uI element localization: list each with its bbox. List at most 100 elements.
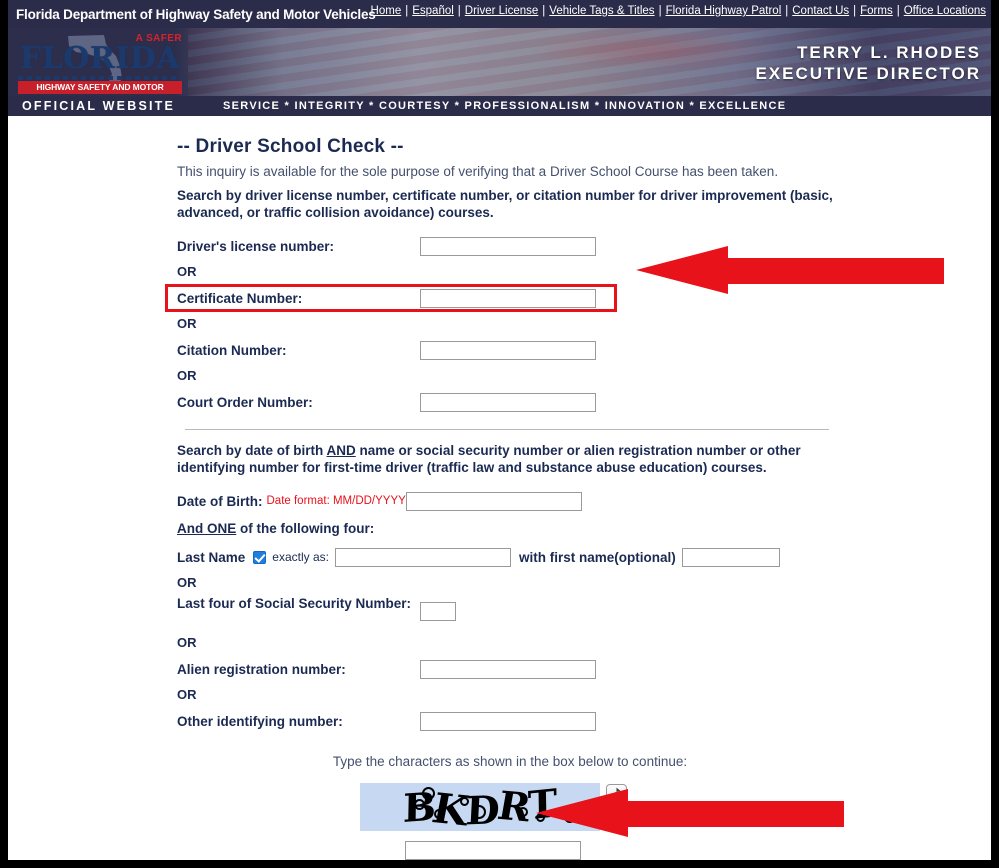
captcha-challenge-row: BKDRT <box>359 783 627 831</box>
speaker-icon <box>610 815 622 824</box>
captcha-controls <box>605 784 627 830</box>
nav-separator: | <box>896 5 900 17</box>
logo-dash-rule <box>18 76 182 80</box>
nav-link-vehicle-tags-titles[interactable]: Vehicle Tags & Titles <box>548 5 655 17</box>
date-of-birth-input[interactable] <box>405 491 582 511</box>
field-row-citation-number: Citation Number: <box>177 335 837 365</box>
and-one-underlined: And ONE <box>177 521 237 536</box>
captcha-section: Type the characters as shown in the box … <box>177 754 837 860</box>
captcha-refresh-button[interactable] <box>605 784 627 805</box>
or-separator-3: OR <box>177 368 197 383</box>
court-order-number-label: Court Order Number: <box>177 394 313 410</box>
certificate-number-label: Certificate Number: <box>177 290 303 306</box>
citation-number-label: Citation Number: <box>177 342 287 358</box>
section2-description-part1: Search by date of birth <box>177 443 327 458</box>
section1-description: Search by driver license number, certifi… <box>177 188 833 220</box>
captcha-input[interactable] <box>405 841 581 860</box>
section-divider <box>185 429 829 430</box>
top-agency-bar: Florida Department of Highway Safety and… <box>8 0 991 28</box>
director-title: EXECUTIVE DIRECTOR <box>755 64 981 83</box>
captcha-image: BKDRT <box>359 783 600 831</box>
nav-link-espanol[interactable]: Español <box>411 5 455 17</box>
nav-separator: | <box>542 5 546 17</box>
certificate-number-input[interactable] <box>420 288 596 308</box>
captcha-audio-button[interactable] <box>605 809 627 830</box>
captcha-noise-bubble <box>471 805 486 819</box>
other-identifying-number-label: Other identifying number: <box>177 713 343 729</box>
top-navigation: Home | Español | Driver License | Vehicl… <box>370 5 987 17</box>
or-separator-5: OR <box>177 635 197 650</box>
nav-link-office-locations[interactable]: Office Locations <box>903 5 987 17</box>
ssn-last-four-label: Last four of Social Security Number: <box>177 596 412 611</box>
captcha-input-row <box>149 841 837 860</box>
page-title: -- Driver School Check -- <box>177 136 404 157</box>
florida-hsmv-logo[interactable]: A SAFER FLORIDA HIGHWAY SAFETY AND MOTOR… <box>16 32 184 96</box>
and-one-rest: of the following four: <box>236 521 375 536</box>
section2-description: Search by date of birth AND name or soci… <box>177 442 837 476</box>
or-separator-6: OR <box>177 687 197 702</box>
nav-separator: | <box>405 5 409 17</box>
captcha-noise-bubble <box>517 807 528 817</box>
captcha-noise-bubble <box>563 811 576 823</box>
nav-separator: | <box>658 5 662 17</box>
official-website-label: OFFICIAL WEBSITE <box>22 99 176 113</box>
refresh-icon <box>611 787 621 802</box>
main-content: -- Driver School Check -- This inquiry i… <box>8 116 991 860</box>
last-name-input[interactable] <box>334 547 511 567</box>
or-separator-2: OR <box>177 316 197 331</box>
with-first-name-label: with first name(optional) <box>518 549 676 565</box>
last-name-label: Last Name <box>177 549 246 565</box>
captcha-instruction: Type the characters as shown in the box … <box>332 754 688 769</box>
last-name-exact-checkbox[interactable] <box>253 550 267 564</box>
and-one-instruction: And ONE of the following four: <box>177 516 837 542</box>
captcha-noise-bubble <box>535 813 545 822</box>
field-row-drivers-license: Driver's license number: <box>177 231 837 261</box>
captcha-noise-bubble <box>413 799 425 810</box>
field-row-certificate-number: Certificate Number: <box>165 283 837 313</box>
logo-state-name: FLORIDA <box>19 41 181 76</box>
field-row-court-order-number: Court Order Number: <box>177 387 837 417</box>
captcha-char-5: T <box>528 783 556 830</box>
alien-registration-label: Alien registration number: <box>177 661 346 677</box>
executive-director-block: TERRY L. RHODES EXECUTIVE DIRECTOR <box>755 42 981 84</box>
director-name: TERRY L. RHODES <box>797 43 981 62</box>
nav-link-florida-highway-patrol[interactable]: Florida Highway Patrol <box>665 5 783 17</box>
alien-registration-input[interactable] <box>420 659 596 679</box>
captcha-noise-bubble <box>459 797 469 806</box>
date-of-birth-label: Date of Birth: <box>177 493 263 509</box>
nav-separator: | <box>853 5 857 17</box>
field-row-date-of-birth: Date of Birth: Date format: MM/DD/YYYY <box>177 486 837 516</box>
first-name-input[interactable] <box>681 547 780 567</box>
captcha-noise-bubble <box>421 787 435 800</box>
other-identifying-number-input[interactable] <box>420 711 596 731</box>
page-root: Florida Department of Highway Safety and… <box>0 0 999 868</box>
nav-separator: | <box>457 5 461 17</box>
drivers-license-label: Driver's license number: <box>177 238 335 254</box>
field-row-last-name: Last Name exactly as: with first name(op… <box>177 542 837 572</box>
citation-number-input[interactable] <box>420 340 596 360</box>
section2-description-and: AND <box>326 443 356 458</box>
nav-link-forms[interactable]: Forms <box>859 5 894 17</box>
agency-title: Florida Department of Highway Safety and… <box>16 6 376 22</box>
date-format-hint: Date format: MM/DD/YYYY <box>266 495 406 507</box>
nav-link-driver-license[interactable]: Driver License <box>464 5 540 17</box>
exactly-as-label: exactly as: <box>272 550 329 564</box>
drivers-license-input[interactable] <box>420 236 596 256</box>
tagline-bar: OFFICIAL WEBSITE SERVICE * INTEGRITY * C… <box>8 96 991 116</box>
court-order-number-input[interactable] <box>420 392 596 412</box>
form-container: -- Driver School Check -- This inquiry i… <box>165 136 837 860</box>
field-row-other-identifying-number: Other identifying number: <box>177 706 837 736</box>
field-row-ssn-last-four: Last four of Social Security Number: <box>177 594 837 632</box>
field-row-alien-registration: Alien registration number: <box>177 654 837 684</box>
or-separator-4: OR <box>177 575 197 590</box>
nav-link-home[interactable]: Home <box>370 5 403 17</box>
logo-department-name: HIGHWAY SAFETY AND MOTOR VEHICLES <box>18 81 182 96</box>
core-values-label: SERVICE * INTEGRITY * COURTESY * PROFESS… <box>223 100 787 112</box>
page-subtitle: This inquiry is available for the sole p… <box>177 164 779 179</box>
site-banner: A SAFER FLORIDA HIGHWAY SAFETY AND MOTOR… <box>8 28 991 96</box>
nav-link-contact-us[interactable]: Contact Us <box>791 5 850 17</box>
ssn-last-four-input[interactable] <box>420 602 456 621</box>
or-separator-1: OR <box>177 264 197 279</box>
nav-separator: | <box>785 5 789 17</box>
captcha-noise-bubble <box>433 809 444 819</box>
